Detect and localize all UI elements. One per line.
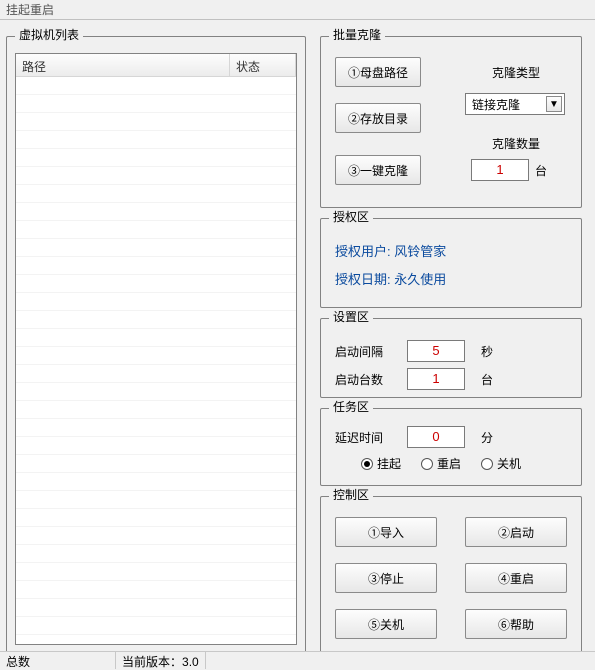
auth-date-line: 授权日期: 永久使用	[335, 269, 446, 288]
delay-label: 延迟时间	[335, 429, 397, 446]
clone-count-unit: 台	[535, 162, 547, 179]
start-interval-label: 启动间隔	[335, 343, 397, 360]
table-row[interactable]	[16, 437, 296, 455]
status-version: 当前版本：3.0	[116, 652, 206, 669]
auth-user-line: 授权用户: 风铃管家	[335, 241, 446, 260]
clone-count-input[interactable]: 1	[471, 159, 529, 181]
table-row[interactable]	[16, 95, 296, 113]
group-vmlist-title: 虚拟机列表	[15, 28, 83, 42]
radio-dot-icon	[421, 458, 433, 470]
table-row[interactable]	[16, 383, 296, 401]
col-status[interactable]: 状态	[230, 54, 296, 76]
group-auth: 授权区 授权用户: 风铃管家 授权日期: 永久使用	[320, 218, 582, 308]
group-settings: 设置区 启动间隔 5 秒 启动台数 1 台	[320, 318, 582, 398]
group-control: 控制区 ①导入 ②启动 ③停止 ④重启 ⑤关机 ⑥帮助	[320, 496, 582, 654]
table-row[interactable]	[16, 419, 296, 437]
table-row[interactable]	[16, 401, 296, 419]
table-row[interactable]	[16, 545, 296, 563]
group-task: 任务区 延迟时间 0 分 挂起 重启 关机	[320, 408, 582, 486]
auth-date-label: 授权日期:	[335, 272, 391, 287]
group-clone: 批量克隆 ①母盘路径 克隆类型 链接克隆 ▼ ②存放目录 克隆数量 ③一键克隆 …	[320, 36, 582, 208]
table-row[interactable]	[16, 563, 296, 581]
import-button[interactable]: ①导入	[335, 517, 437, 547]
start-interval-input[interactable]: 5	[407, 340, 465, 362]
table-row[interactable]	[16, 185, 296, 203]
vmlist-table[interactable]: 路径 状态	[15, 53, 297, 645]
restart-button[interactable]: ④重启	[465, 563, 567, 593]
table-row[interactable]	[16, 239, 296, 257]
table-row[interactable]	[16, 599, 296, 617]
table-row[interactable]	[16, 581, 296, 599]
table-row[interactable]	[16, 365, 296, 383]
start-count-unit: 台	[481, 371, 493, 388]
delay-unit: 分	[481, 429, 493, 446]
table-row[interactable]	[16, 311, 296, 329]
table-row[interactable]	[16, 77, 296, 95]
status-total: 总数	[0, 652, 116, 669]
auth-date-value: 永久使用	[394, 272, 446, 287]
table-row[interactable]	[16, 491, 296, 509]
auth-user-label: 授权用户:	[335, 244, 391, 259]
col-path[interactable]: 路径	[16, 54, 230, 76]
table-row[interactable]	[16, 509, 296, 527]
group-settings-title: 设置区	[329, 310, 373, 324]
table-row[interactable]	[16, 149, 296, 167]
shutdown-button[interactable]: ⑤关机	[335, 609, 437, 639]
mother-path-button[interactable]: ①母盘路径	[335, 57, 421, 87]
table-row[interactable]	[16, 257, 296, 275]
radio-restart[interactable]: 重启	[421, 455, 461, 472]
save-dir-button[interactable]: ②存放目录	[335, 103, 421, 133]
task-radio-group: 挂起 重启 关机	[361, 455, 571, 472]
group-clone-title: 批量克隆	[329, 28, 385, 42]
status-version-value: 3.0	[182, 655, 199, 669]
radio-dot-icon	[361, 458, 373, 470]
table-row[interactable]	[16, 473, 296, 491]
start-count-input[interactable]: 1	[407, 368, 465, 390]
status-bar: 总数 当前版本：3.0	[0, 651, 595, 669]
one-click-clone-button[interactable]: ③一键克隆	[335, 155, 421, 185]
stop-button[interactable]: ③停止	[335, 563, 437, 593]
table-row[interactable]	[16, 113, 296, 131]
vmlist-header: 路径 状态	[16, 54, 296, 77]
start-interval-unit: 秒	[481, 343, 493, 360]
table-row[interactable]	[16, 221, 296, 239]
table-row[interactable]	[16, 617, 296, 635]
group-task-title: 任务区	[329, 400, 373, 414]
clone-type-label: 克隆类型	[471, 64, 561, 81]
group-auth-title: 授权区	[329, 210, 373, 224]
table-row[interactable]	[16, 203, 296, 221]
window-title: 挂起重启	[6, 3, 54, 17]
table-row[interactable]	[16, 131, 296, 149]
table-row[interactable]	[16, 275, 296, 293]
client-area: 虚拟机列表 路径 状态	[0, 20, 595, 650]
radio-shutdown[interactable]: 关机	[481, 455, 521, 472]
radio-restart-label: 重启	[437, 455, 461, 472]
group-vmlist: 虚拟机列表 路径 状态	[6, 36, 306, 654]
radio-shutdown-label: 关机	[497, 455, 521, 472]
window-titlebar: 挂起重启	[0, 0, 595, 20]
vmlist-rows	[16, 77, 296, 644]
table-row[interactable]	[16, 329, 296, 347]
radio-suspend[interactable]: 挂起	[361, 455, 401, 472]
clone-count-label: 克隆数量	[471, 135, 561, 152]
radio-suspend-label: 挂起	[377, 455, 401, 472]
start-count-label: 启动台数	[335, 371, 397, 388]
help-button[interactable]: ⑥帮助	[465, 609, 567, 639]
auth-user-value: 风铃管家	[394, 244, 446, 259]
table-row[interactable]	[16, 347, 296, 365]
table-row[interactable]	[16, 293, 296, 311]
radio-dot-icon	[481, 458, 493, 470]
group-control-title: 控制区	[329, 488, 373, 502]
table-row[interactable]	[16, 455, 296, 473]
status-version-label: 当前版本：	[122, 655, 182, 669]
delay-input[interactable]: 0	[407, 426, 465, 448]
table-row[interactable]	[16, 527, 296, 545]
start-button[interactable]: ②启动	[465, 517, 567, 547]
table-row[interactable]	[16, 167, 296, 185]
